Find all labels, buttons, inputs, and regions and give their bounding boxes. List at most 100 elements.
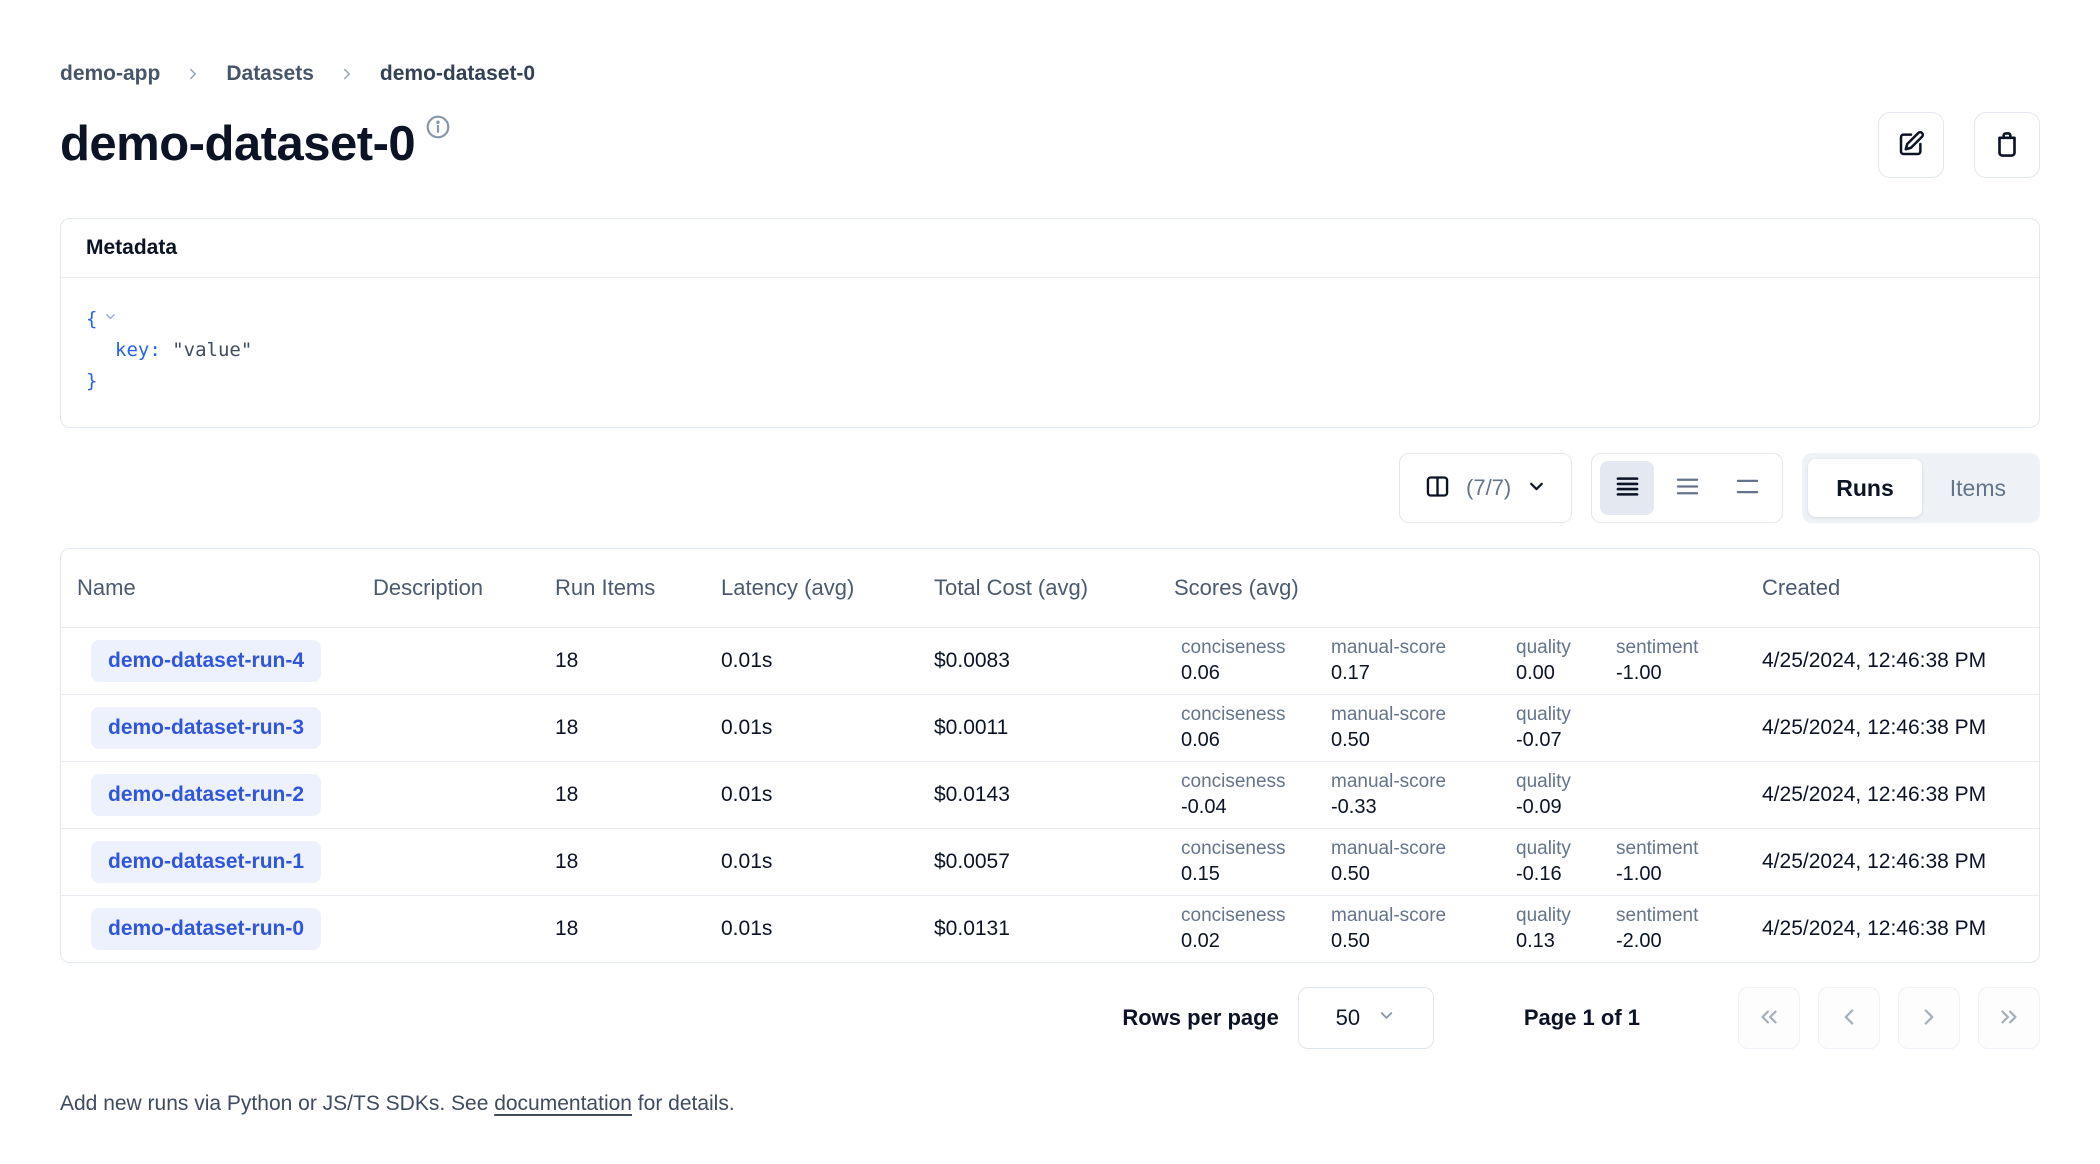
run-link[interactable]: demo-dataset-run-3: [91, 707, 321, 749]
run-name-cell: demo-dataset-run-2: [61, 774, 373, 816]
table-row: demo-dataset-run-1 18 0.01s $0.0057 conc…: [61, 828, 2039, 895]
json-key: key:: [115, 339, 161, 361]
table-row: demo-dataset-run-3 18 0.01s $0.0011 conc…: [61, 694, 2039, 761]
delete-dataset-button[interactable]: [1974, 112, 2040, 178]
breadcrumb: demo-app Datasets demo-dataset-0: [60, 0, 2040, 86]
table-header-row: Name Description Run Items Latency (avg)…: [61, 549, 2039, 627]
chevron-down-icon: [1526, 476, 1547, 500]
score-item: quality 0.13: [1516, 906, 1616, 952]
score-item: conciseness-0.04: [1174, 772, 1331, 818]
score-label: conciseness: [1181, 906, 1331, 927]
score-item: manual-score0.50: [1331, 906, 1516, 952]
row-height-selector: [1591, 453, 1783, 523]
chevrons-right-icon: [1996, 1004, 2022, 1033]
table-toolbar: (7/7) Runs Items: [60, 453, 2040, 523]
scores-cell: conciseness0.02manual-score0.50quality0.…: [1174, 906, 1762, 952]
breadcrumb-item-project[interactable]: demo-app: [60, 62, 160, 86]
run-items-cell: 18: [555, 917, 721, 941]
run-items-cell: 18: [555, 850, 721, 874]
run-link[interactable]: demo-dataset-run-4: [91, 640, 321, 682]
score-label: conciseness: [1181, 839, 1331, 860]
score-item: conciseness0.15: [1174, 839, 1331, 885]
run-link[interactable]: demo-dataset-run-1: [91, 841, 321, 883]
info-icon[interactable]: [425, 114, 451, 145]
run-link[interactable]: demo-dataset-run-0: [91, 908, 321, 950]
edit-dataset-button[interactable]: [1878, 112, 1944, 178]
score-label: sentiment: [1616, 839, 1762, 860]
chevrons-left-icon: [1756, 1004, 1782, 1033]
json-open-brace: {: [86, 308, 97, 330]
json-value: "value": [161, 339, 253, 361]
created-cell: 4/25/2024, 12:46:38 PM: [1762, 716, 2039, 740]
score-value: 0.13: [1516, 930, 1616, 952]
score-value: -0.07: [1516, 729, 1616, 751]
hint-text-after: for details.: [632, 1092, 735, 1115]
column-header-scores: Scores (avg): [1174, 575, 1762, 601]
created-cell: 4/25/2024, 12:46:38 PM: [1762, 649, 2039, 673]
total-cost-cell: $0.0083: [934, 649, 1174, 673]
title-actions: [1878, 112, 2040, 178]
collapse-caret-icon[interactable]: [103, 303, 118, 334]
score-value: -1.00: [1616, 662, 1762, 684]
score-item: manual-score -0.33: [1331, 772, 1516, 818]
metadata-json-viewer: { key: "value" }: [61, 278, 2039, 427]
score-label: conciseness: [1181, 638, 1331, 659]
view-toggle: Runs Items: [1802, 453, 2040, 523]
row-height-large-button[interactable]: [1720, 461, 1774, 515]
trash-icon: [1992, 129, 2022, 162]
columns-icon: [1424, 473, 1451, 503]
score-item: conciseness0.06: [1174, 638, 1331, 684]
documentation-link[interactable]: documentation: [494, 1092, 632, 1115]
column-header-latency: Latency (avg): [721, 575, 934, 601]
latency-cell: 0.01s: [721, 716, 934, 740]
chevron-left-icon: [1836, 1004, 1862, 1033]
next-page-button[interactable]: [1898, 987, 1960, 1049]
previous-page-button[interactable]: [1818, 987, 1880, 1049]
chevron-right-icon: [184, 65, 202, 83]
pagination-bar: Rows per page 50 Page 1 of 1: [60, 986, 2040, 1050]
run-items-cell: 18: [555, 783, 721, 807]
column-visibility-button[interactable]: (7/7): [1399, 453, 1572, 523]
total-cost-cell: $0.0131: [934, 917, 1174, 941]
run-link[interactable]: demo-dataset-run-2: [91, 774, 321, 816]
first-page-button[interactable]: [1738, 987, 1800, 1049]
row-height-medium-button[interactable]: [1660, 461, 1714, 515]
score-value: 0.02: [1181, 930, 1331, 952]
json-close-brace: }: [86, 370, 97, 392]
rows-per-page-select[interactable]: 50: [1298, 987, 1434, 1049]
score-label: quality: [1516, 906, 1616, 927]
json-line-open: {: [86, 303, 2014, 335]
scores-cell: conciseness-0.04manual-score -0.33quality…: [1174, 772, 1762, 818]
score-value: 0.50: [1331, 863, 1516, 885]
score-label: quality: [1516, 638, 1616, 659]
dataset-detail-page: demo-app Datasets demo-dataset-0 demo-da…: [0, 0, 2100, 1116]
score-label: manual-score: [1331, 772, 1516, 793]
table-row: demo-dataset-run-2 18 0.01s $0.0143 conc…: [61, 761, 2039, 828]
row-height-small-icon: [1614, 473, 1641, 503]
row-height-medium-icon: [1674, 473, 1701, 503]
score-label: manual-score: [1331, 839, 1516, 860]
latency-cell: 0.01s: [721, 783, 934, 807]
json-line-close: }: [86, 366, 2014, 397]
score-item: quality-0.07: [1516, 705, 1616, 751]
breadcrumb-item-datasets[interactable]: Datasets: [226, 62, 314, 86]
score-item: sentiment-2.00: [1616, 906, 1762, 952]
row-height-small-button[interactable]: [1600, 461, 1654, 515]
score-item: quality-0.09: [1516, 772, 1616, 818]
last-page-button[interactable]: [1978, 987, 2040, 1049]
score-value: -0.33: [1331, 796, 1516, 818]
run-name-cell: demo-dataset-run-0: [61, 908, 373, 950]
runs-table: Name Description Run Items Latency (avg)…: [60, 548, 2040, 963]
rows-per-page-value: 50: [1336, 1005, 1360, 1031]
score-value: 0.50: [1331, 930, 1516, 952]
column-header-name: Name: [61, 575, 373, 601]
score-label: conciseness: [1181, 705, 1331, 726]
tab-items[interactable]: Items: [1922, 459, 2034, 517]
tab-runs[interactable]: Runs: [1808, 459, 1922, 517]
score-value: -0.09: [1516, 796, 1616, 818]
latency-cell: 0.01s: [721, 649, 934, 673]
breadcrumb-item-dataset[interactable]: demo-dataset-0: [380, 62, 535, 86]
score-item: conciseness 0.06: [1174, 705, 1331, 751]
score-value: -1.00: [1616, 863, 1762, 885]
score-value: 0.06: [1181, 729, 1331, 751]
